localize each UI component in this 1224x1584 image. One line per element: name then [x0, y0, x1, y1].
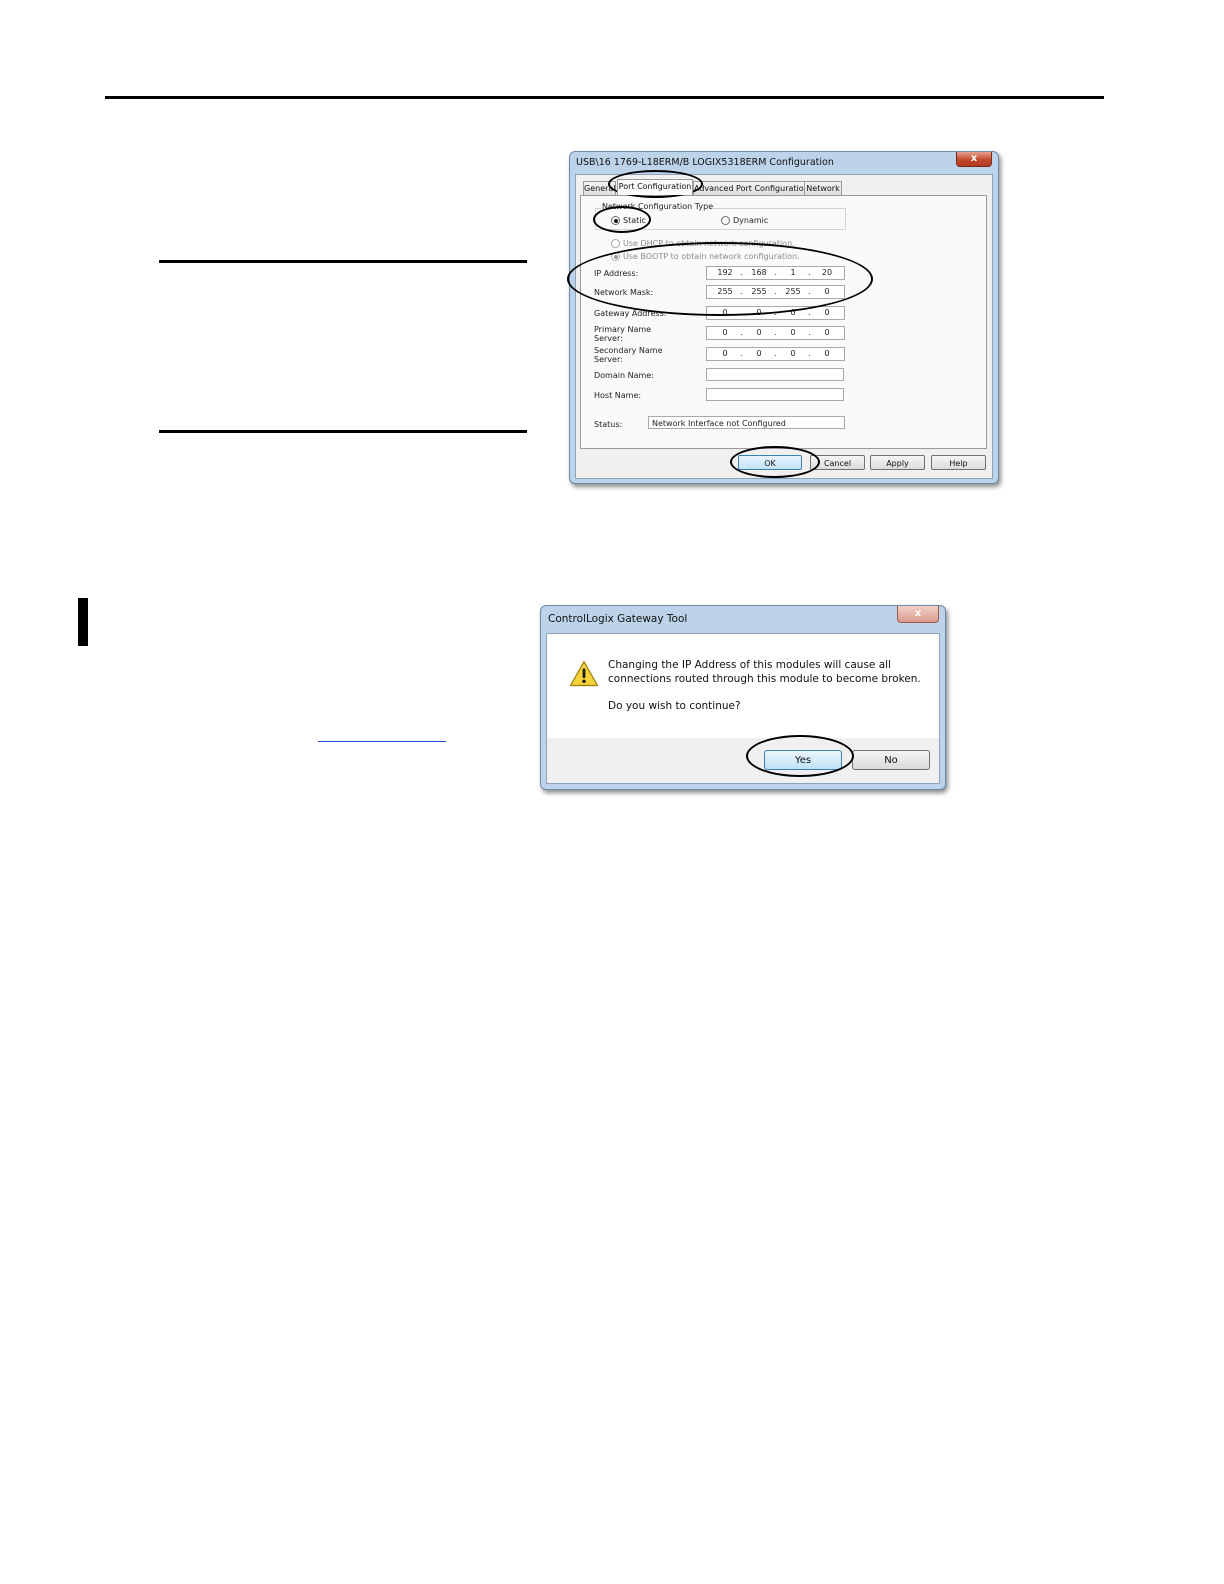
status-label: Status:	[594, 420, 623, 429]
host-name-label: Host Name:	[594, 391, 642, 400]
domain-name-label: Domain Name:	[594, 371, 654, 380]
margin-marker-bar	[78, 598, 88, 646]
primary-name-server-label-line2: Server:	[594, 334, 623, 343]
message-question: Do you wish to continue?	[608, 700, 741, 712]
domain-name-input[interactable]	[706, 368, 844, 381]
gateway-octet-4: 0	[824, 308, 830, 317]
message-line-1: Changing the IP Address of this modules …	[608, 659, 891, 671]
host-name-input[interactable]	[706, 388, 844, 401]
primary-octet-2: 0	[756, 328, 762, 337]
secondary-octet-1: 0	[722, 349, 728, 358]
close-icon[interactable]: x	[956, 152, 992, 167]
primary-dot: .	[774, 328, 777, 337]
port-configuration-panel: Network Configuration Type Static Dynami…	[580, 195, 987, 449]
configuration-dialog: USB\16 1769-L18ERM/B LOGIX5318ERM Config…	[569, 151, 999, 484]
tab-advanced-port-configuration[interactable]: Advanced Port Configuration	[693, 181, 805, 195]
secondary-octet-4: 0	[824, 349, 830, 358]
secondary-name-server-label-line2: Server:	[594, 355, 623, 364]
primary-dot: .	[808, 328, 811, 337]
primary-name-server-label-line1: Primary Name	[594, 325, 652, 334]
primary-dot: .	[740, 328, 743, 337]
annotation-ellipse-static	[593, 206, 651, 233]
tab-port-configuration[interactable]: Port Configuration	[617, 179, 693, 195]
annotation-ellipse-ok	[730, 446, 820, 478]
tab-network[interactable]: Network	[804, 181, 842, 195]
apply-button[interactable]: Apply	[870, 455, 925, 470]
dialog-title: USB\16 1769-L18ERM/B LOGIX5318ERM Config…	[576, 157, 834, 168]
primary-name-server-field[interactable]: 0 . 0 . 0 . 0	[706, 326, 845, 340]
message-box-content: Changing the IP Address of this modules …	[546, 633, 940, 784]
secondary-octet-3: 0	[790, 349, 796, 358]
hyperlink-underline[interactable]	[318, 741, 446, 742]
primary-octet-3: 0	[790, 328, 796, 337]
dhcp-radio[interactable]	[611, 239, 620, 248]
primary-octet-4: 0	[824, 328, 830, 337]
no-button[interactable]: No	[852, 750, 930, 770]
annotation-ellipse-ip-mask	[567, 242, 873, 316]
annotation-ellipse-yes	[746, 735, 854, 777]
dynamic-radio[interactable]	[721, 216, 730, 225]
page-header-rule	[105, 96, 1104, 99]
message-line-2: connections routed through this module t…	[608, 673, 921, 685]
table-top-rule	[159, 260, 527, 263]
secondary-name-server-field[interactable]: 0 . 0 . 0 . 0	[706, 347, 845, 361]
secondary-octet-2: 0	[756, 349, 762, 358]
help-button[interactable]: Help	[931, 455, 986, 470]
secondary-dot: .	[774, 349, 777, 358]
message-box-dialog: ControlLogix Gateway Tool x Changing the…	[540, 605, 946, 790]
close-icon[interactable]: x	[897, 606, 939, 623]
secondary-dot: .	[740, 349, 743, 358]
secondary-dot: .	[808, 349, 811, 358]
warning-icon	[569, 660, 599, 687]
message-box-title: ControlLogix Gateway Tool	[548, 613, 688, 625]
table-bottom-rule	[159, 430, 527, 433]
dynamic-label[interactable]: Dynamic	[733, 216, 768, 225]
message-box-footer: Yes No	[547, 738, 939, 783]
secondary-name-server-label-line1: Secondary Name	[594, 346, 663, 355]
primary-octet-1: 0	[722, 328, 728, 337]
status-field: Network Interface not Configured	[648, 416, 845, 429]
